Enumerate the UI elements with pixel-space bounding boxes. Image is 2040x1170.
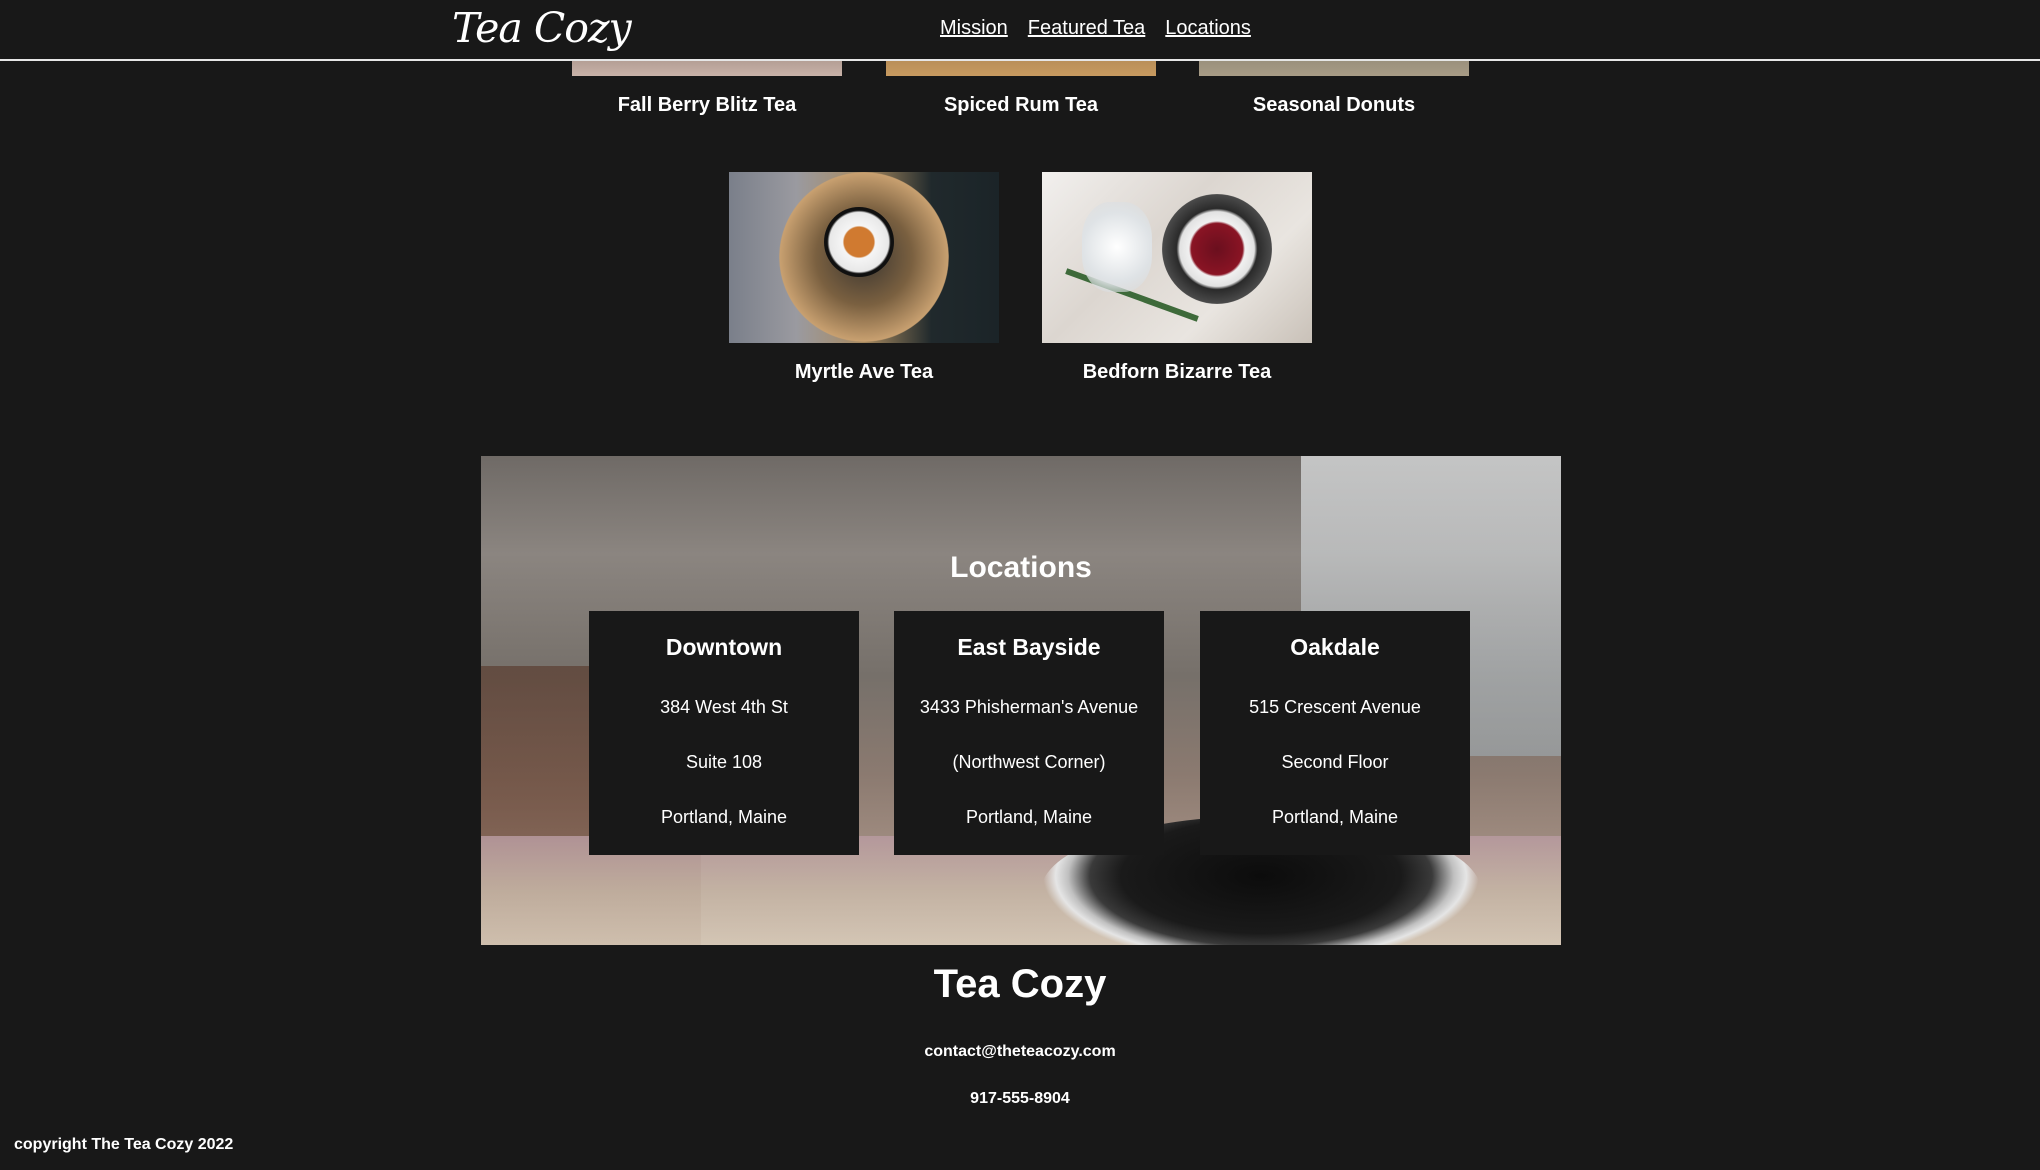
nav-link-mission[interactable]: Mission (940, 14, 1008, 42)
location-address-line: Portland, Maine (1271, 807, 1399, 827)
site-header: Tea Cozy Mission Featured Tea Locations (0, 0, 2040, 61)
tea-image (729, 172, 999, 343)
tea-name: Seasonal Donuts (1252, 94, 1416, 116)
location-address-line: (Northwest Corner) (952, 752, 1106, 772)
location-address-line: Portland, Maine (965, 807, 1093, 827)
location-address-line: 3433 Phisherman's Avenue (919, 697, 1139, 717)
locations-title: Locations (950, 551, 1092, 584)
locations-section: Locations Downtown 384 West 4th St Suite… (481, 456, 1561, 945)
logo[interactable]: Tea Cozy (452, 0, 632, 56)
location-name: Downtown (665, 634, 783, 660)
location-name: East Bayside (957, 634, 1101, 660)
location-address-line: Suite 108 (685, 752, 763, 772)
tea-name: Spiced Rum Tea (943, 94, 1099, 116)
teacup-shape (824, 207, 894, 277)
tea-image (1042, 172, 1312, 343)
location-address-line: 384 West 4th St (660, 697, 788, 717)
location-address-line: Portland, Maine (660, 807, 788, 827)
footer-phone: 917-555-8904 (970, 1090, 1070, 1107)
copyright-text: copyright The Tea Cozy 2022 (14, 1136, 234, 1153)
tea-name: Myrtle Ave Tea (794, 361, 934, 383)
tea-name: Bedforn Bizarre Tea (1082, 361, 1272, 383)
location-card-oakdale: Oakdale 515 Crescent Avenue Second Floor… (1200, 611, 1470, 855)
location-name: Oakdale (1290, 634, 1380, 660)
location-card-east-bayside: East Bayside 3433 Phisherman's Avenue (N… (894, 611, 1164, 855)
nav-link-featured-tea[interactable]: Featured Tea (1028, 14, 1146, 42)
tea-item-bedforn-bizarre: Bedforn Bizarre Tea (1042, 172, 1312, 384)
tea-name: Fall Berry Blitz Tea (617, 94, 797, 116)
glass-jar-shape (1082, 202, 1152, 292)
main-nav: Mission Featured Tea Locations (940, 14, 1251, 42)
footer-email: contact@theteacozy.com (924, 1043, 1116, 1060)
location-card-downtown: Downtown 384 West 4th St Suite 108 Portl… (589, 611, 859, 855)
location-address-line: 515 Crescent Avenue (1249, 697, 1421, 717)
teacup-shape (1162, 194, 1272, 304)
page: Fall Berry Blitz Tea Spiced Rum Tea Seas… (0, 0, 2040, 1170)
location-address-line: Second Floor (1281, 752, 1389, 772)
tea-item-myrtle-ave: Myrtle Ave Tea (729, 172, 999, 384)
footer-title: Tea Cozy (933, 962, 1107, 1006)
nav-link-locations[interactable]: Locations (1165, 14, 1251, 42)
